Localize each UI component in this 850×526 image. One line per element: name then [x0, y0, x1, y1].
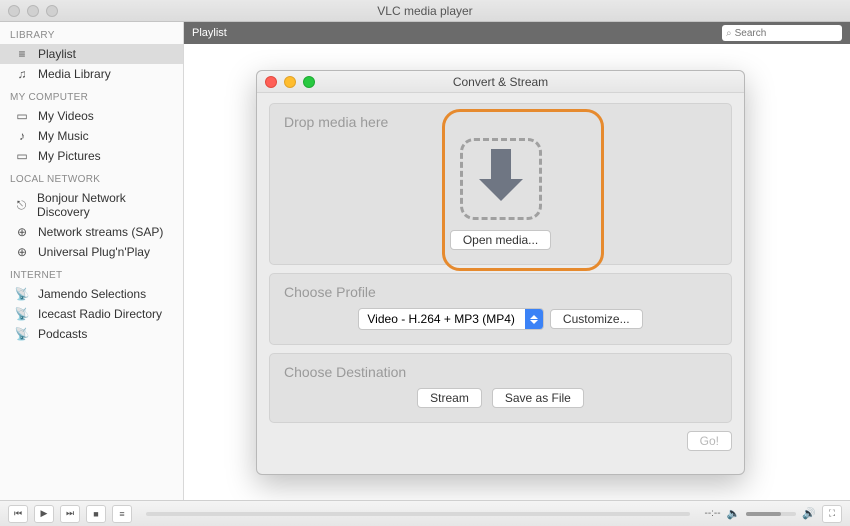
sidebar-item-label: Network streams (SAP): [38, 225, 163, 239]
sidebar-header-internet: INTERNET: [0, 262, 183, 284]
next-button[interactable]: ⏭: [60, 505, 80, 523]
drop-media-panel: Drop media here Open media...: [269, 103, 732, 265]
bonjour-icon: ⎋: [14, 198, 29, 212]
content-topbar: Playlist ⌕: [184, 22, 850, 44]
app-titlebar: VLC media player: [0, 0, 850, 22]
sidebar-item-label: Bonjour Network Discovery: [37, 191, 173, 219]
open-media-button[interactable]: Open media...: [450, 230, 551, 250]
list-button[interactable]: ≡: [112, 505, 132, 523]
speaker-low-icon: 🔈: [727, 507, 741, 520]
convert-stream-dialog: Convert & Stream Drop media here Open me…: [256, 70, 745, 475]
stream-button[interactable]: Stream: [417, 388, 482, 408]
sidebar-item-podcasts[interactable]: 📡 Podcasts: [0, 324, 183, 344]
sidebar-item-label: Universal Plug'n'Play: [38, 245, 150, 259]
stop-button[interactable]: ■: [86, 505, 106, 523]
time-display: --:--: [704, 508, 720, 519]
sidebar-item-my-pictures[interactable]: ▭ My Pictures: [0, 146, 183, 166]
fullscreen-button[interactable]: ⛶: [822, 505, 842, 523]
sidebar-item-label: Media Library: [38, 67, 111, 81]
sidebar-item-my-videos[interactable]: ▭ My Videos: [0, 106, 183, 126]
podcast-icon: 📡: [14, 327, 30, 341]
drop-zone[interactable]: [460, 138, 542, 220]
speaker-high-icon: 🔊: [802, 507, 816, 520]
search-icon: ⌕: [726, 28, 732, 39]
sidebar-item-icecast[interactable]: 📡 Icecast Radio Directory: [0, 304, 183, 324]
sidebar-item-label: Jamendo Selections: [38, 287, 146, 301]
video-icon: ▭: [14, 109, 30, 123]
profile-select-value: Video - H.264 + MP3 (MP4): [367, 312, 525, 326]
sidebar-header-localnetwork: LOCAL NETWORK: [0, 166, 183, 188]
drop-media-label: Drop media here: [284, 114, 717, 130]
seek-slider[interactable]: [146, 512, 690, 516]
app-title: VLC media player: [0, 4, 850, 18]
podcast-icon: 📡: [14, 307, 30, 321]
upnp-icon: ⊕: [14, 245, 30, 259]
sidebar-item-label: Icecast Radio Directory: [38, 307, 162, 321]
pictures-icon: ▭: [14, 149, 30, 163]
podcast-icon: 📡: [14, 287, 30, 301]
sidebar-item-label: Playlist: [38, 47, 76, 61]
chevron-updown-icon: [525, 309, 543, 329]
dialog-titlebar: Convert & Stream: [257, 71, 744, 93]
sidebar-item-label: My Pictures: [38, 149, 101, 163]
previous-button[interactable]: ⏮: [8, 505, 28, 523]
sidebar-item-bonjour[interactable]: ⎋ Bonjour Network Discovery: [0, 188, 183, 222]
content-title: Playlist: [192, 27, 227, 39]
sidebar-item-jamendo[interactable]: 📡 Jamendo Selections: [0, 284, 183, 304]
playlist-icon: ≡: [14, 47, 30, 61]
search-input[interactable]: [735, 28, 838, 39]
search-field[interactable]: ⌕: [722, 25, 842, 41]
sidebar-item-sap[interactable]: ⊕ Network streams (SAP): [0, 222, 183, 242]
sidebar-item-label: My Videos: [38, 109, 94, 123]
go-button[interactable]: Go!: [687, 431, 732, 451]
save-as-file-button[interactable]: Save as File: [492, 388, 584, 408]
sidebar-item-label: Podcasts: [38, 327, 87, 341]
volume-slider[interactable]: [746, 512, 796, 516]
sidebar-item-playlist[interactable]: ≡ Playlist: [0, 44, 183, 64]
sidebar-item-media-library[interactable]: ♫ Media Library: [0, 64, 183, 84]
choose-destination-panel: Choose Destination Stream Save as File: [269, 353, 732, 423]
choose-profile-label: Choose Profile: [284, 284, 717, 300]
sidebar: LIBRARY ≡ Playlist ♫ Media Library MY CO…: [0, 22, 184, 500]
customize-button[interactable]: Customize...: [550, 309, 643, 329]
sidebar-item-my-music[interactable]: ♪ My Music: [0, 126, 183, 146]
sap-icon: ⊕: [14, 225, 30, 239]
dialog-title: Convert & Stream: [257, 75, 744, 89]
media-library-icon: ♫: [14, 67, 30, 81]
play-button[interactable]: ▶: [34, 505, 54, 523]
sidebar-header-mycomputer: MY COMPUTER: [0, 84, 183, 106]
sidebar-item-upnp[interactable]: ⊕ Universal Plug'n'Play: [0, 242, 183, 262]
sidebar-item-label: My Music: [38, 129, 89, 143]
player-bar: ⏮ ▶ ⏭ ■ ≡ --:-- 🔈 🔊 ⛶: [0, 500, 850, 526]
choose-destination-label: Choose Destination: [284, 364, 717, 380]
music-icon: ♪: [14, 129, 30, 143]
choose-profile-panel: Choose Profile Video - H.264 + MP3 (MP4)…: [269, 273, 732, 345]
profile-select[interactable]: Video - H.264 + MP3 (MP4): [358, 308, 544, 330]
sidebar-header-library: LIBRARY: [0, 22, 183, 44]
